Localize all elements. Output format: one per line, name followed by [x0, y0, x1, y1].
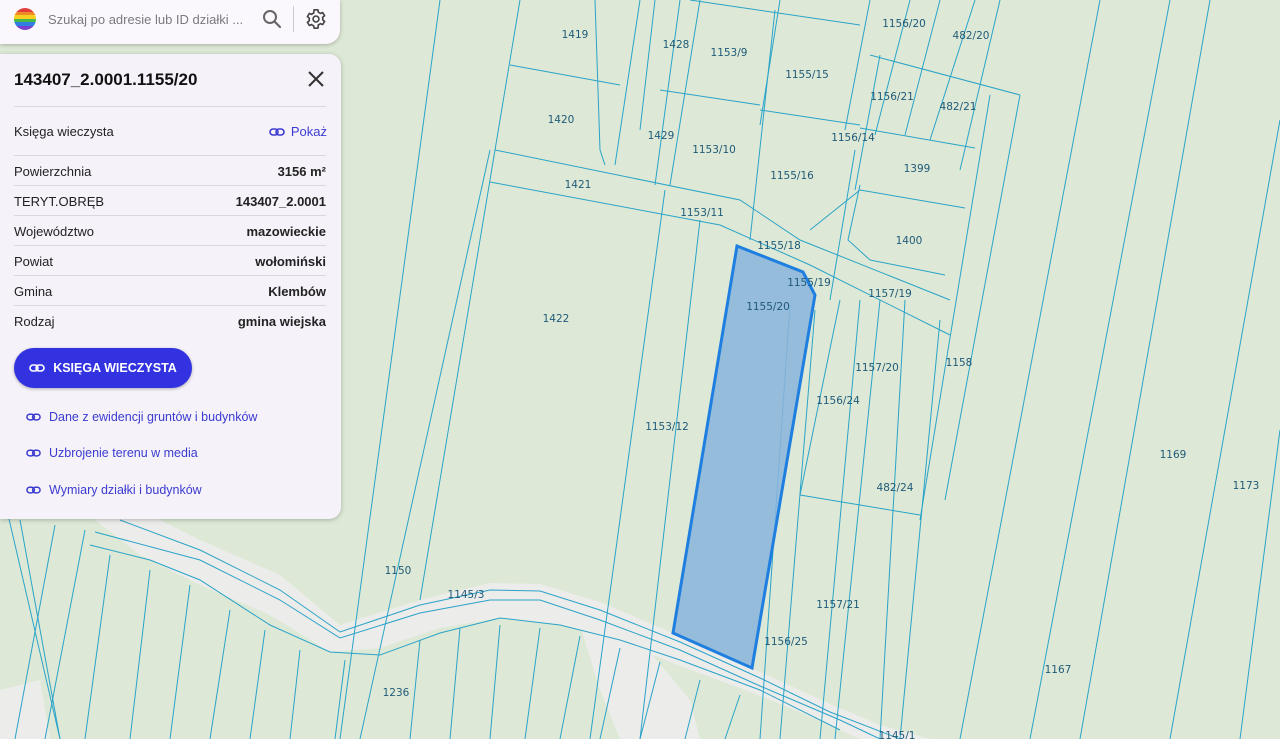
link-icon	[29, 364, 45, 372]
parcel-label[interactable]: 1155/19	[787, 277, 831, 289]
row-value: gmina wiejska	[237, 314, 326, 329]
row-label: Rodzaj	[14, 314, 55, 329]
parcel-label[interactable]: 1156/14	[831, 132, 875, 144]
parcel-label[interactable]: 1145/1	[879, 730, 916, 739]
parcel-label[interactable]: 1422	[543, 313, 570, 325]
parcel-labels: 1419 1428 1153/9 1156/20 482/20 1155/15 …	[383, 18, 1260, 739]
parcel-label[interactable]: 1167	[1045, 664, 1072, 676]
parcel-label[interactable]: 1428	[663, 39, 690, 51]
link-label: Dane z ewidencji gruntów i budynków	[49, 410, 258, 424]
parcel-label[interactable]: 1429	[648, 130, 675, 142]
parcel-label[interactable]: 1155/20	[746, 301, 790, 313]
parcel-label[interactable]: 1169	[1160, 449, 1187, 461]
link-icon	[269, 127, 285, 136]
link-label: Uzbrojenie terenu w media	[49, 446, 198, 460]
parcel-label[interactable]: 1156/24	[816, 395, 860, 407]
row-label: Powierzchnia	[14, 164, 92, 179]
link-utilities[interactable]: Uzbrojenie terenu w media	[26, 446, 198, 460]
parcel-label[interactable]: 1153/10	[692, 144, 736, 156]
parcel-label[interactable]: 1399	[904, 163, 931, 175]
link-icon	[26, 413, 41, 421]
parcel-label[interactable]: 1400	[896, 235, 923, 247]
land-register-button-label: KSIĘGA WIECZYSTA	[53, 361, 177, 375]
land-register-button[interactable]: KSIĘGA WIECZYSTA	[14, 348, 192, 388]
row-value: mazowieckie	[246, 224, 327, 239]
parcel-label[interactable]: 1157/20	[855, 362, 899, 374]
row-county: Powiat wołomiński	[14, 246, 326, 276]
search-input[interactable]	[48, 8, 248, 30]
row-value: 3156 m²	[277, 164, 326, 179]
row-voivodeship: Województwo mazowieckie	[14, 216, 326, 246]
parcel-label[interactable]: 1156/25	[764, 636, 808, 648]
row-value: 143407_2.0001	[235, 194, 326, 209]
parcel-label[interactable]: 1173	[1233, 480, 1260, 492]
kw-label: Księga wieczysta	[14, 124, 114, 139]
parcel-label[interactable]: 1155/15	[785, 69, 829, 81]
kw-show-link[interactable]: Pokaż	[269, 124, 327, 139]
row-label: Województwo	[14, 224, 94, 239]
road-edge	[0, 680, 50, 739]
link-dimensions[interactable]: Wymiary działki i budynków	[26, 483, 202, 497]
parcel-label[interactable]: 1153/9	[711, 47, 748, 59]
search-bar	[0, 0, 340, 44]
row-commune: Gmina Klembów	[14, 276, 326, 306]
parcel-title: 143407_2.0001.1155/20	[14, 70, 198, 89]
app-logo[interactable]	[14, 8, 36, 30]
parcel-label[interactable]: 482/21	[940, 101, 977, 113]
selected-parcel-1155-20[interactable]	[671, 243, 817, 671]
kw-show-label: Pokaż	[290, 124, 327, 139]
parcel-label[interactable]: 1236	[383, 687, 410, 699]
parcel-label[interactable]: 1420	[548, 114, 575, 126]
parcel-label[interactable]: 1155/18	[757, 240, 801, 252]
parcel-label[interactable]: 1421	[565, 179, 592, 191]
parcel-label[interactable]: 1419	[562, 29, 589, 41]
parcel-label[interactable]: 1156/21	[870, 91, 914, 103]
link-label: Wymiary działki i budynków	[49, 483, 202, 497]
close-icon[interactable]	[306, 69, 326, 89]
link-icon	[26, 449, 41, 457]
parcel-label[interactable]: 1153/12	[645, 421, 689, 433]
search-icon[interactable]	[262, 9, 282, 29]
row-label: Gmina	[14, 284, 53, 299]
parcel-label[interactable]: 1157/19	[868, 288, 912, 300]
divider	[14, 106, 326, 107]
row-value: wołomiński	[255, 254, 326, 269]
parcel-label[interactable]: 1145/3	[448, 589, 485, 601]
link-land-records[interactable]: Dane z ewidencji gruntów i budynków	[26, 410, 257, 424]
link-icon	[26, 486, 41, 494]
row-area: Powierzchnia 3156 m²	[14, 156, 326, 186]
parcel-label[interactable]: 1155/16	[770, 170, 814, 182]
parcel-label[interactable]: 1153/11	[680, 207, 724, 219]
parcel-label[interactable]: 1150	[385, 565, 412, 577]
parcel-label[interactable]: 1157/21	[816, 599, 860, 611]
row-teryt: TERYT.OBRĘB 143407_2.0001	[14, 186, 326, 216]
row-value: Klembów	[268, 284, 326, 299]
parcel-info-panel: 143407_2.0001.1155/20 Księga wieczysta P…	[0, 54, 341, 519]
search-divider	[293, 6, 294, 32]
row-type: Rodzaj gmina wiejska	[14, 306, 326, 336]
row-label: TERYT.OBRĘB	[14, 194, 105, 209]
parcel-label[interactable]: 1156/20	[882, 18, 926, 30]
parcel-label[interactable]: 482/20	[953, 30, 990, 42]
parcel-label[interactable]: 1158	[946, 357, 973, 369]
gear-icon[interactable]	[305, 8, 327, 30]
parcel-label[interactable]: 482/24	[877, 482, 914, 494]
row-label: Powiat	[14, 254, 54, 269]
